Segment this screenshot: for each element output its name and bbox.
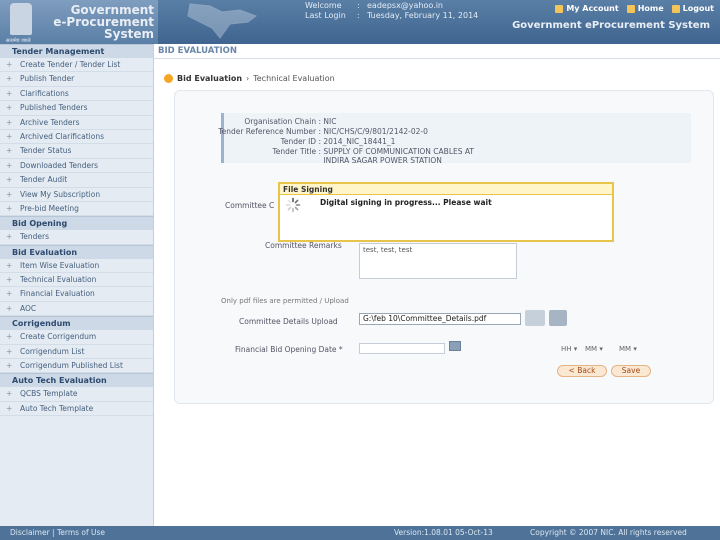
footer-copyright: Copyright © 2007 NIC. All rights reserve… bbox=[530, 528, 687, 537]
dialog-message: Digital signing in progress... Please wa… bbox=[320, 198, 492, 207]
detail-row-ref: Tender Reference Number : NIC/CHS/C/9/80… bbox=[218, 127, 428, 136]
sidebar-item[interactable]: Clarifications bbox=[0, 87, 153, 102]
sidebar-item[interactable]: Pre-bid Meeting bbox=[0, 202, 153, 217]
breadcrumb-technical-evaluation: Technical Evaluation bbox=[253, 74, 335, 83]
sidebar-item[interactable]: Item Wise Evaluation bbox=[0, 259, 153, 274]
evaluation-panel: Organisation Chain : NIC Tender Referenc… bbox=[174, 90, 714, 404]
ampm-select[interactable]: MM ▾ bbox=[619, 345, 637, 353]
footer-version: Version:1.08.01 05-Oct-13 bbox=[394, 528, 493, 537]
fin-date-label: Financial Bid Opening Date * bbox=[235, 345, 343, 354]
upload-label: Committee Details Upload bbox=[239, 317, 338, 326]
top-links: My Account Home Logout bbox=[555, 4, 714, 13]
remarks-label: Committee Remarks bbox=[265, 241, 342, 250]
sidebar-section-title: Tender Management bbox=[0, 44, 153, 58]
sidebar-item[interactable]: Technical Evaluation bbox=[0, 273, 153, 288]
sidebar-item[interactable]: Corrigendum List bbox=[0, 345, 153, 360]
calendar-icon[interactable] bbox=[449, 341, 461, 351]
sidebar-section-title: Corrigendum bbox=[0, 316, 153, 331]
home-icon bbox=[626, 4, 635, 13]
save-button[interactable]: Save bbox=[611, 365, 651, 377]
national-emblem-icon bbox=[10, 3, 32, 35]
system-title: Government eProcurement System bbox=[512, 20, 710, 31]
file-signing-dialog: File Signing Digital signing in progress… bbox=[278, 182, 614, 242]
sidebar-item[interactable]: Archived Clarifications bbox=[0, 130, 153, 145]
minute-select[interactable]: MM ▾ bbox=[585, 345, 603, 353]
hour-select[interactable]: HH ▾ bbox=[561, 345, 577, 353]
last-login-value: Tuesday, February 11, 2014 bbox=[367, 11, 479, 20]
clear-upload-icon[interactable] bbox=[549, 310, 567, 326]
fin-date-input[interactable] bbox=[359, 343, 445, 354]
detail-row-title: Tender Title : SUPPLY OF COMMUNICATION C… bbox=[272, 147, 475, 165]
committee-label: Committee C bbox=[225, 201, 275, 210]
sidebar-item[interactable]: Financial Evaluation bbox=[0, 287, 153, 302]
sidebar-nav: Tender ManagementCreate Tender / Tender … bbox=[0, 44, 154, 526]
sidebar-item[interactable]: QCBS Template bbox=[0, 387, 153, 402]
sidebar-item[interactable]: Create Tender / Tender List bbox=[0, 58, 153, 73]
upload-file-input[interactable]: G:\feb 10\Committee_Details.pdf bbox=[359, 313, 521, 325]
dialog-body: Digital signing in progress... Please wa… bbox=[280, 195, 612, 240]
breadcrumb-separator-icon: › bbox=[246, 74, 250, 83]
back-button[interactable]: < Back bbox=[557, 365, 607, 377]
sidebar-section-title: Auto Tech Evaluation bbox=[0, 373, 153, 388]
title-divider bbox=[154, 58, 720, 59]
sidebar-item[interactable]: Published Tenders bbox=[0, 101, 153, 116]
main-content: BID EVALUATION Bid Evaluation › Technica… bbox=[154, 44, 720, 526]
footer-links[interactable]: Disclaimer | Terms of Use bbox=[10, 526, 105, 540]
dialog-title: File Signing bbox=[280, 184, 612, 195]
sidebar-item[interactable]: Archive Tenders bbox=[0, 116, 153, 130]
sidebar-item[interactable]: Downloaded Tenders bbox=[0, 159, 153, 174]
sidebar-section-title: Bid Opening bbox=[0, 216, 153, 231]
user-info: Welcome: eadepsx@yahoo.in Last Login: Tues… bbox=[305, 1, 479, 20]
breadcrumb: Bid Evaluation › Technical Evaluation bbox=[164, 74, 335, 83]
remarks-textarea[interactable]: test, test, test bbox=[359, 243, 517, 279]
welcome-value: eadepsx@yahoo.in bbox=[367, 1, 443, 10]
sidebar-item[interactable]: View My Subscription bbox=[0, 188, 153, 202]
sign-upload-icon[interactable] bbox=[525, 310, 545, 326]
logo-line-3: System bbox=[104, 27, 154, 41]
sidebar-item[interactable]: Tender Status bbox=[0, 144, 153, 159]
sidebar-item[interactable]: Corrigendum Published List bbox=[0, 359, 153, 374]
sidebar-item[interactable]: Tenders bbox=[0, 230, 153, 245]
logout-icon bbox=[671, 4, 680, 13]
india-map-icon bbox=[187, 3, 258, 39]
breadcrumb-bid-evaluation[interactable]: Bid Evaluation bbox=[177, 74, 242, 83]
loading-spinner-icon bbox=[285, 197, 301, 213]
sidebar-item[interactable]: Auto Tech Template bbox=[0, 402, 153, 417]
account-icon bbox=[555, 4, 564, 13]
logo-block: सत्यमेव जयते Government e-Procurement Sy… bbox=[0, 0, 158, 44]
sidebar-item[interactable]: Publish Tender bbox=[0, 72, 153, 87]
detail-row-org: Organisation Chain : NIC bbox=[244, 117, 337, 126]
sidebar-section-title: Bid Evaluation bbox=[0, 244, 153, 259]
upload-note: Only pdf files are permitted / Upload bbox=[221, 297, 349, 305]
section-title: BID EVALUATION bbox=[158, 46, 238, 56]
detail-row-id: Tender ID : 2014_NIC_18441_1 bbox=[280, 137, 396, 146]
header-bar: सत्यमेव जयते Government e-Procurement Sy… bbox=[0, 0, 720, 44]
sidebar-item[interactable]: AOC bbox=[0, 302, 153, 317]
logout-link[interactable]: Logout bbox=[671, 4, 714, 13]
sidebar-item[interactable]: Tender Audit bbox=[0, 173, 153, 188]
welcome-label: Welcome bbox=[305, 1, 342, 10]
footer: Disclaimer | Terms of Use Version:1.08.0… bbox=[0, 526, 720, 540]
last-login-label: Last Login bbox=[305, 11, 346, 20]
home-link[interactable]: Home bbox=[626, 4, 664, 13]
breadcrumb-bullet-icon bbox=[164, 74, 173, 83]
my-account-link[interactable]: My Account bbox=[555, 4, 619, 13]
sidebar-item[interactable]: Create Corrigendum bbox=[0, 330, 153, 345]
